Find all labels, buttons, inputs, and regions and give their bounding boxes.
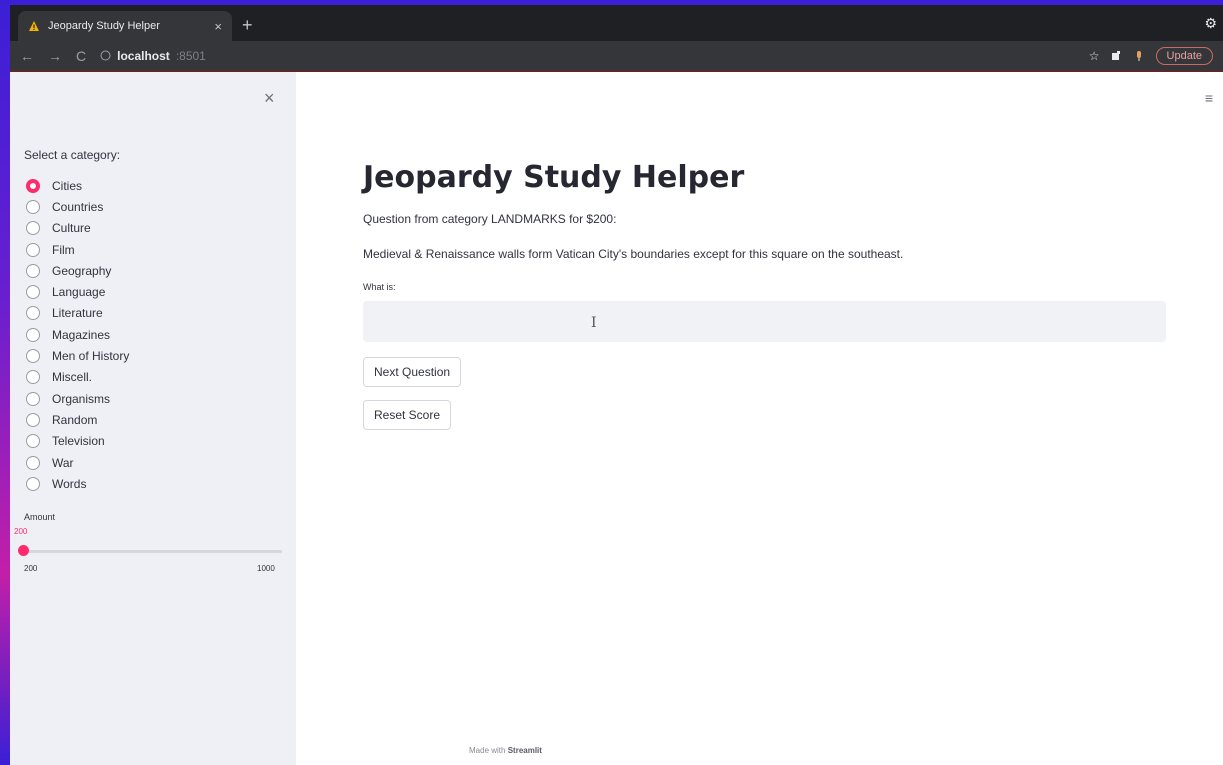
info-icon (100, 50, 111, 61)
close-tab-icon[interactable]: × (214, 19, 222, 34)
category-option[interactable]: Language (26, 281, 129, 302)
extensions-icon[interactable] (1110, 50, 1122, 62)
answer-input[interactable] (363, 301, 1166, 342)
sidebar: × Select a category: Cities Countries Cult… (10, 72, 296, 765)
radio-icon[interactable] (26, 349, 40, 364)
radio-icon[interactable] (26, 242, 40, 257)
warning-favicon-icon (29, 21, 39, 31)
next-question-button[interactable]: Next Question (363, 357, 462, 387)
hamburger-menu-icon[interactable]: ≡ (1205, 90, 1213, 106)
category-radio-group: Cities Countries Culture Film Geography Langu… (26, 175, 129, 494)
footer: Made with Streamlit (469, 746, 542, 755)
amount-label: Amount (24, 512, 56, 522)
category-option-label: Film (52, 242, 75, 257)
text-cursor-icon: I (591, 315, 597, 331)
main-content: ≡ Jeopardy Study Helper Question from ca… (296, 72, 1223, 765)
browser-toolbar-right: ☆ Update (1089, 46, 1213, 65)
category-option-label: Magazines (52, 327, 111, 342)
update-button[interactable]: Update (1155, 46, 1213, 65)
category-option[interactable]: War (26, 452, 129, 473)
category-option[interactable]: Miscell. (26, 367, 129, 388)
footer-brand-link[interactable]: Streamlit (508, 746, 542, 755)
reload-icon[interactable]: C (76, 48, 86, 64)
category-option[interactable]: Magazines (26, 324, 129, 345)
streamlit-app: × Select a category: Cities Countries Cult… (10, 72, 1223, 765)
category-option[interactable]: Television (26, 431, 129, 452)
category-option-label: Organisms (52, 391, 111, 406)
address-bar: ← → C localhost :8501 ☆ Update (10, 41, 1223, 72)
url-host: localhost (117, 48, 170, 63)
category-option-label: Words (52, 476, 87, 491)
close-sidebar-icon[interactable]: × (264, 88, 275, 109)
category-option-label: Miscell. (52, 370, 93, 385)
reset-score-button[interactable]: Reset Score (363, 400, 452, 430)
amount-max: 1000 (257, 564, 275, 573)
radio-icon[interactable] (26, 221, 40, 236)
category-option-label: Geography (52, 263, 112, 278)
radio-icon[interactable] (26, 391, 40, 406)
category-option-label: Countries (52, 199, 104, 214)
back-icon[interactable]: ← (20, 48, 34, 64)
category-option[interactable]: Men of History (26, 345, 129, 366)
category-option[interactable]: Countries (26, 196, 129, 217)
question-header: Question from category LANDMARKS for $20… (363, 212, 617, 226)
browser-tab[interactable]: Jeopardy Study Helper × (18, 11, 232, 41)
new-tab-button[interactable]: + (242, 15, 253, 36)
radio-icon[interactable] (26, 370, 40, 385)
category-option-label: War (52, 455, 74, 470)
radio-icon[interactable] (26, 455, 40, 470)
category-option[interactable]: Geography (26, 260, 129, 281)
category-option[interactable]: Words (26, 473, 129, 494)
url-field[interactable]: localhost :8501 (100, 49, 1075, 63)
radio-icon[interactable] (26, 178, 40, 193)
tab-bar: Jeopardy Study Helper × + ⚙ (10, 5, 1223, 41)
category-option[interactable]: Organisms (26, 388, 129, 409)
radio-icon[interactable] (26, 306, 40, 321)
tab-title: Jeopardy Study Helper (48, 20, 160, 32)
browser-window: Jeopardy Study Helper × + ⚙ ← → C localh… (10, 5, 1223, 765)
radio-icon[interactable] (26, 285, 40, 300)
radio-icon[interactable] (26, 434, 40, 449)
category-option-label: Culture (52, 221, 91, 236)
category-option-label: Cities (52, 178, 83, 193)
category-option-label: Literature (52, 306, 103, 321)
url-port: :8501 (175, 48, 206, 63)
footer-prefix: Made with (469, 746, 506, 755)
forward-icon[interactable]: → (48, 48, 62, 64)
amount-slider-thumb[interactable] (18, 545, 29, 556)
radio-icon[interactable] (26, 263, 40, 278)
category-option[interactable]: Cities (26, 175, 129, 196)
category-option-label: Random (52, 412, 98, 427)
star-icon[interactable]: ☆ (1089, 49, 1100, 63)
settings-icon[interactable]: ⚙ (1204, 15, 1217, 32)
amount-value: 200 (14, 527, 28, 536)
category-option-label: Men of History (52, 349, 130, 364)
radio-icon[interactable] (26, 476, 40, 491)
category-option[interactable]: Literature (26, 303, 129, 324)
amount-slider-track[interactable] (22, 550, 282, 553)
radio-icon[interactable] (26, 199, 40, 214)
mic-icon[interactable] (1132, 50, 1146, 62)
answer-label: What is: (363, 282, 396, 292)
radio-icon[interactable] (26, 327, 40, 342)
amount-min: 200 (24, 564, 38, 573)
category-option-label: Television (52, 434, 105, 449)
page-title: Jeopardy Study Helper (363, 160, 745, 195)
category-option-label: Language (52, 285, 106, 300)
category-option[interactable]: Culture (26, 218, 129, 239)
question-text: Medieval & Renaissance walls form Vatica… (363, 247, 904, 261)
category-option[interactable]: Film (26, 239, 129, 260)
radio-icon[interactable] (26, 412, 40, 427)
category-option[interactable]: Random (26, 409, 129, 430)
category-label: Select a category: (24, 148, 121, 162)
